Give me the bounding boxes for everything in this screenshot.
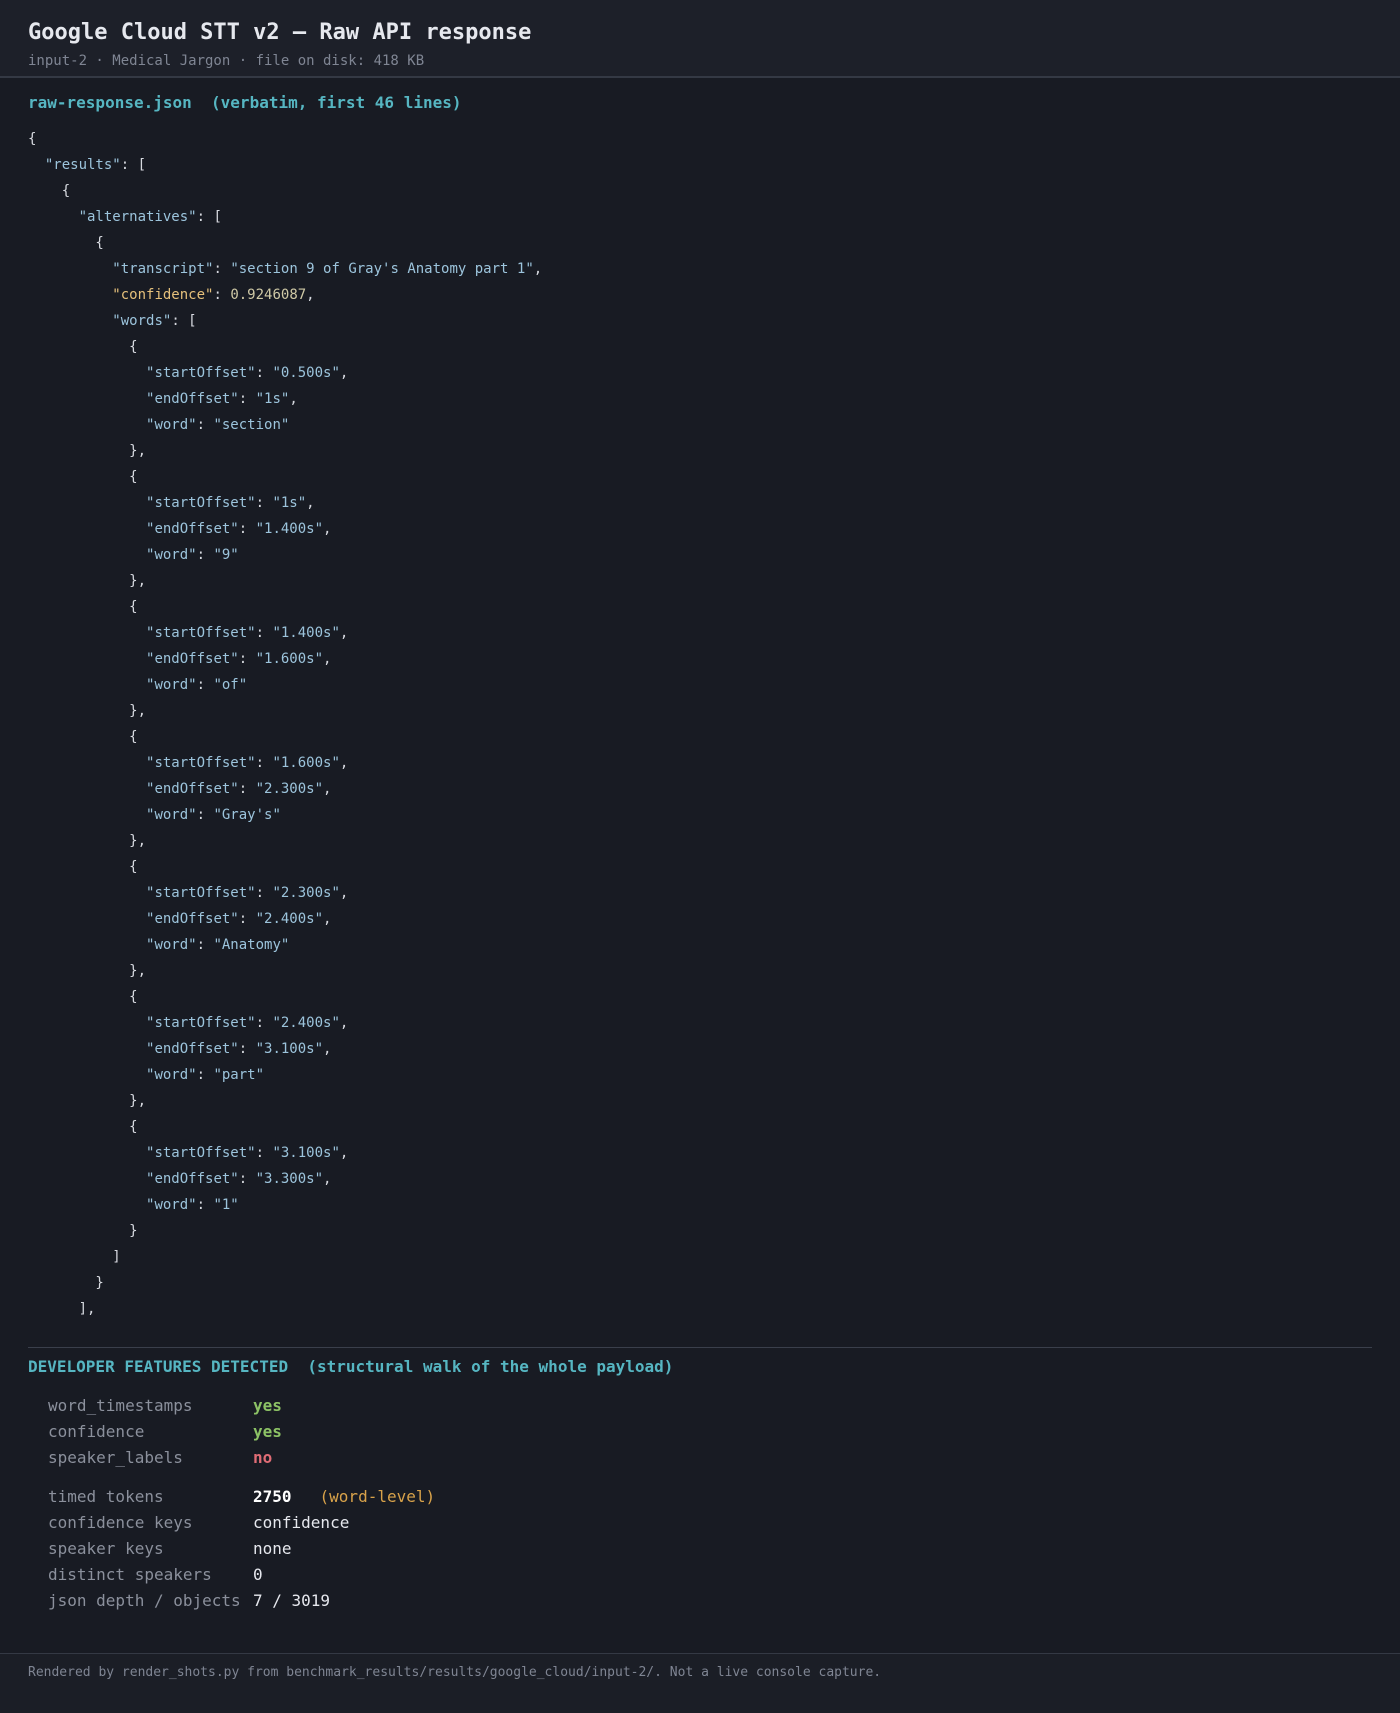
features-heading: DEVELOPER FEATURES DETECTED (structural … bbox=[28, 1357, 673, 1377]
feature-value: 7 / 3019 bbox=[253, 1591, 331, 1610]
code-line: "transcript": "section 9 of Gray's Anato… bbox=[112, 261, 543, 277]
feature-label: distinct speakers bbox=[48, 1565, 212, 1584]
code-line: }, bbox=[28, 963, 147, 979]
feature-row: speaker keys none bbox=[48, 1536, 435, 1562]
code-line: "endOffset": "3.100s", bbox=[146, 1041, 332, 1057]
code-line: "word": "9" bbox=[146, 547, 239, 563]
code-line: ] bbox=[28, 1249, 121, 1265]
feature-label: word_timestamps bbox=[48, 1396, 193, 1415]
feature-row: speaker_labels no bbox=[48, 1445, 435, 1471]
code-line: { bbox=[28, 859, 138, 875]
json-code-block: { "results": [ { "alternatives": [ { "tr… bbox=[28, 126, 542, 1322]
feature-label: confidence bbox=[48, 1422, 145, 1441]
code-line: "word": "1" bbox=[146, 1197, 239, 1213]
section-divider bbox=[28, 1347, 1372, 1348]
code-line: { bbox=[28, 339, 138, 355]
code-line: "word": "Anatomy" bbox=[146, 937, 290, 953]
feature-label: speaker keys bbox=[48, 1539, 164, 1558]
code-line: "startOffset": "0.500s", bbox=[146, 365, 349, 381]
code-filename: raw-response.json bbox=[28, 93, 192, 112]
feature-note: (word-level) bbox=[319, 1487, 436, 1506]
code-note: (verbatim, first 46 lines) bbox=[211, 93, 462, 112]
code-line: "endOffset": "1s", bbox=[146, 391, 298, 407]
feature-label: speaker_labels bbox=[48, 1448, 183, 1467]
feature-label: timed tokens bbox=[48, 1487, 164, 1506]
feature-value: no bbox=[253, 1448, 273, 1467]
page-header: Google Cloud STT v2 — Raw API response i… bbox=[0, 0, 1400, 78]
code-line: "alternatives": [ bbox=[78, 209, 222, 225]
feature-value: 0 bbox=[253, 1565, 263, 1584]
code-line: { bbox=[28, 235, 104, 251]
code-line: "endOffset": "2.400s", bbox=[146, 911, 332, 927]
feature-row: timed tokens 2750 (word-level) bbox=[48, 1484, 435, 1510]
code-line: ], bbox=[28, 1301, 96, 1317]
code-line: "endOffset": "1.400s", bbox=[146, 521, 332, 537]
code-line: { bbox=[28, 989, 138, 1005]
code-line: }, bbox=[28, 833, 147, 849]
code-line: { bbox=[28, 183, 71, 199]
code-line: "results": [ bbox=[44, 157, 147, 173]
code-line: "startOffset": "1s", bbox=[146, 495, 315, 511]
features-list: word_timestamps yes confidence yes speaker_l… bbox=[48, 1393, 435, 1614]
feature-label: confidence keys bbox=[48, 1513, 193, 1532]
code-line: "startOffset": "2.400s", bbox=[146, 1015, 349, 1031]
code-line: "word": "Gray's" bbox=[146, 807, 281, 823]
code-line: "startOffset": "2.300s", bbox=[146, 885, 349, 901]
footer-text: Rendered by render_shots.py from benchma… bbox=[28, 1665, 882, 1680]
feature-label: json depth / objects bbox=[48, 1591, 241, 1610]
feature-row: confidence keys confidence bbox=[48, 1510, 435, 1536]
feature-row: distinct speakers 0 bbox=[48, 1562, 435, 1588]
feature-row: confidence yes bbox=[48, 1419, 435, 1445]
code-line: "endOffset": "3.300s", bbox=[146, 1171, 332, 1187]
code-line: "confidence": 0.9246087, bbox=[112, 287, 315, 303]
code-line: } bbox=[28, 1223, 138, 1239]
code-line: "words": [ bbox=[112, 313, 197, 329]
code-line: { bbox=[28, 729, 138, 745]
code-line: }, bbox=[28, 703, 147, 719]
feature-gap bbox=[48, 1471, 435, 1484]
code-line: "startOffset": "1.600s", bbox=[146, 755, 349, 771]
code-line: }, bbox=[28, 443, 147, 459]
code-line: } bbox=[28, 1275, 104, 1291]
code-line: }, bbox=[28, 573, 147, 589]
code-line: "startOffset": "3.100s", bbox=[146, 1145, 349, 1161]
features-heading-note: (structural walk of the whole payload) bbox=[307, 1357, 674, 1376]
code-line: }, bbox=[28, 1093, 147, 1109]
page-footer: Rendered by render_shots.py from benchma… bbox=[0, 1653, 1400, 1713]
code-line: "word": "part" bbox=[146, 1067, 265, 1083]
feature-value: none bbox=[253, 1539, 292, 1558]
page-subtitle: input-2 · Medical Jargon · file on disk:… bbox=[28, 53, 425, 69]
code-line: "startOffset": "1.400s", bbox=[146, 625, 349, 641]
feature-value: 2750 bbox=[253, 1487, 292, 1506]
code-line: "word": "of" bbox=[146, 677, 248, 693]
features-title: DEVELOPER FEATURES DETECTED bbox=[28, 1357, 289, 1376]
code-line: { bbox=[28, 599, 138, 615]
feature-value: confidence bbox=[253, 1513, 350, 1532]
feature-row: json depth / objects 7 / 3019 bbox=[48, 1588, 435, 1614]
page-title: Google Cloud STT v2 — Raw API response bbox=[28, 20, 532, 45]
code-panel-heading: raw-response.json (verbatim, first 46 li… bbox=[28, 93, 461, 113]
code-line: "endOffset": "1.600s", bbox=[146, 651, 332, 667]
code-line: { bbox=[28, 131, 37, 147]
code-line: "endOffset": "2.300s", bbox=[146, 781, 332, 797]
code-line: { bbox=[28, 1119, 138, 1135]
feature-row: word_timestamps yes bbox=[48, 1393, 435, 1419]
feature-value: yes bbox=[253, 1422, 282, 1441]
feature-value: yes bbox=[253, 1396, 282, 1415]
code-line: { bbox=[28, 469, 138, 485]
code-line: "word": "section" bbox=[146, 417, 290, 433]
